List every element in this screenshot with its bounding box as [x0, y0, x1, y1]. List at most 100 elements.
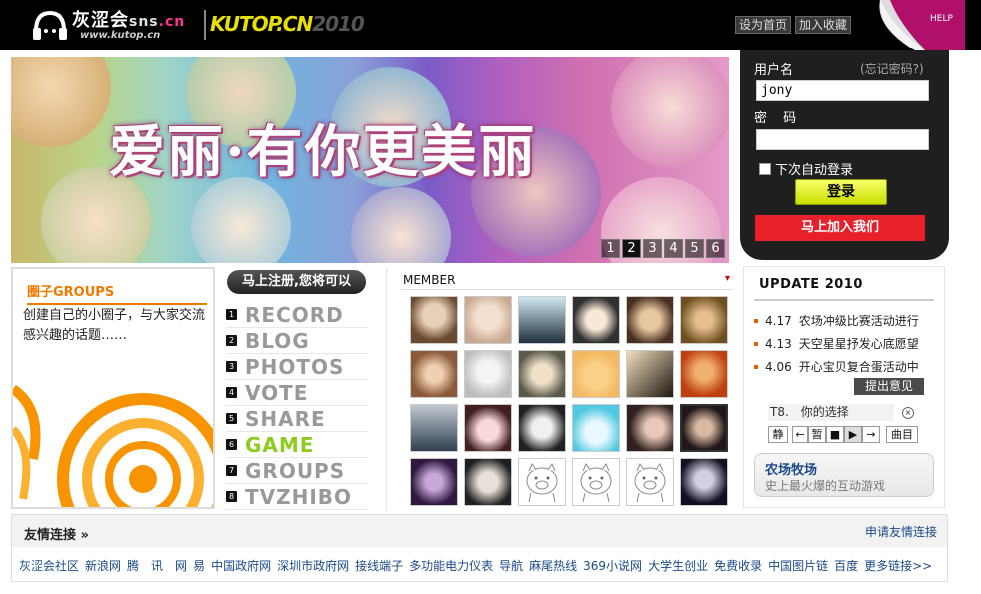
groups-description: 创建自己的小圈子，与大家交流感兴趣的话题……: [23, 308, 206, 343]
member-avatar-default[interactable]: [626, 458, 674, 506]
friend-link[interactable]: 接线端子: [355, 557, 403, 574]
banner-page-1[interactable]: 1: [601, 239, 620, 258]
member-avatar[interactable]: [572, 404, 620, 452]
friend-link[interactable]: 369小说网: [583, 557, 642, 574]
menu-item-share[interactable]: 5 SHARE: [226, 406, 368, 432]
friend-link[interactable]: 免费收录: [714, 557, 762, 574]
help-label[interactable]: HELP: [930, 14, 953, 24]
banner-page-3[interactable]: 3: [643, 239, 662, 258]
friend-link[interactable]: 中国图片链: [768, 557, 828, 574]
username-input[interactable]: jony: [756, 80, 929, 101]
member-avatar[interactable]: [680, 458, 728, 506]
update-box: UPDATE 2010 4.17 农场冲级比赛活动进行 4.13 天空星星抒发心底愿…: [743, 266, 945, 508]
member-avatar[interactable]: [410, 458, 458, 506]
member-avatar[interactable]: [464, 296, 512, 344]
banner-page-4[interactable]: 4: [664, 239, 683, 258]
forgot-password-link[interactable]: (忘记密码?): [860, 60, 924, 77]
join-now-button[interactable]: 马上加入我们: [755, 215, 925, 241]
banner-page-5[interactable]: 5: [685, 239, 704, 258]
groups-title[interactable]: 圈子GROUPS: [27, 281, 207, 305]
pause-button[interactable]: 暂: [808, 426, 826, 443]
member-avatar[interactable]: [518, 296, 566, 344]
hero-banner[interactable]: 爱丽·有你更美丽 1 2 3 4 5 6: [11, 57, 729, 263]
member-avatar[interactable]: [410, 350, 458, 398]
member-avatar[interactable]: [626, 296, 674, 344]
feedback-button[interactable]: 提出意见: [854, 378, 924, 395]
friend-link[interactable]: 多功能电力仪表: [409, 557, 493, 574]
stop-button[interactable]: ■: [826, 426, 844, 443]
member-avatar[interactable]: [680, 350, 728, 398]
friend-link[interactable]: 深圳市政府网: [277, 557, 349, 574]
login-button[interactable]: 登录: [795, 179, 887, 205]
menu-num: 5: [226, 413, 237, 424]
menu-item-game[interactable]: 6 GAME: [226, 432, 368, 458]
member-avatar-default[interactable]: [518, 458, 566, 506]
track-title: 你的选择: [800, 405, 849, 419]
password-input[interactable]: [756, 129, 929, 150]
member-avatar[interactable]: [464, 350, 512, 398]
menu-label: GAME: [245, 432, 315, 457]
player-close-icon[interactable]: ×: [902, 407, 914, 419]
friend-link[interactable]: 灰涩会社区: [19, 557, 79, 574]
playlist-button[interactable]: 曲目: [886, 426, 918, 443]
friend-link[interactable]: 百度: [834, 557, 858, 574]
farm-game-promo[interactable]: 农场牧场 史上最火爆的互动游戏: [754, 453, 934, 497]
apply-friend-link[interactable]: 申请友情连接: [865, 523, 937, 540]
top-header: 灰涩会sns.cn www.kutop.cn KUTOP.CN2010 设为首页…: [0, 0, 981, 50]
menu-item-groups[interactable]: 7 GROUPS: [226, 458, 368, 484]
headphones-logo-icon: [33, 10, 67, 40]
banner-page-2[interactable]: 2: [622, 239, 641, 258]
member-avatar[interactable]: [518, 404, 566, 452]
friend-link[interactable]: 大学生创业: [648, 557, 708, 574]
member-avatar[interactable]: [626, 404, 674, 452]
news-item[interactable]: 4.06 开心宝贝复合蛋活动中: [754, 355, 944, 378]
banner-photo: [11, 57, 111, 147]
friend-link[interactable]: 更多链接>>: [864, 557, 932, 574]
set-homepage-button[interactable]: 设为首页: [735, 16, 792, 34]
help-corner-icon[interactable]: [870, 0, 965, 50]
menu-item-blog[interactable]: 2 BLOG: [226, 328, 368, 354]
play-button[interactable]: ▶: [844, 426, 862, 443]
news-item[interactable]: 4.13 天空星星抒发心底愿望: [754, 332, 944, 355]
news-item[interactable]: 4.17 农场冲级比赛活动进行: [754, 309, 944, 332]
menu-item-photos[interactable]: 3 PHOTOS: [226, 354, 368, 380]
prev-track-button[interactable]: ←: [792, 426, 808, 443]
farm-description: 史上最火爆的互动游戏: [765, 479, 886, 493]
banner-page-6[interactable]: 6: [706, 239, 725, 258]
menu-item-tvzhibo[interactable]: 8 TVZHIBO: [226, 484, 368, 510]
brand-text: KUTOP.CN: [210, 12, 313, 36]
menu-item-vote[interactable]: 4 VOTE: [226, 380, 368, 406]
friend-link[interactable]: 麻尾热线: [529, 557, 577, 574]
friend-link[interactable]: 新浪网: [85, 557, 121, 574]
member-dropdown-icon[interactable]: ▾: [725, 273, 730, 284]
friend-link[interactable]: 腾 讯 网: [127, 557, 187, 574]
add-favorite-button[interactable]: 加入收藏: [795, 16, 852, 34]
member-avatar[interactable]: [518, 350, 566, 398]
member-avatar-default[interactable]: [572, 458, 620, 506]
register-benefits-header[interactable]: 马上注册,您将可以: [227, 270, 366, 294]
auto-login-checkbox[interactable]: [759, 162, 771, 175]
menu-item-record[interactable]: 1 RECORD: [226, 302, 368, 328]
next-track-button[interactable]: →: [862, 426, 880, 443]
banner-photo: [191, 177, 291, 263]
bullet-icon: [754, 318, 758, 323]
member-avatar[interactable]: [572, 296, 620, 344]
member-avatar[interactable]: [680, 296, 728, 344]
member-avatar[interactable]: [410, 296, 458, 344]
friend-link[interactable]: 导航: [499, 557, 523, 574]
member-avatar[interactable]: [464, 458, 512, 506]
member-avatar[interactable]: [572, 350, 620, 398]
member-avatar-selected[interactable]: [680, 404, 728, 452]
member-avatar[interactable]: [464, 404, 512, 452]
menu-num: 2: [226, 335, 237, 346]
auto-login-option[interactable]: 下次自动登录: [759, 159, 853, 178]
logo-url: www.kutop.cn: [80, 30, 161, 41]
member-avatar[interactable]: [410, 404, 458, 452]
friend-link[interactable]: 中国政府网: [211, 557, 271, 574]
site-logo[interactable]: 灰涩会sns.cn: [72, 6, 185, 32]
friend-links-header: 友情连接 » 申请友情连接: [12, 515, 947, 547]
mute-button[interactable]: 静: [768, 426, 788, 443]
update-title: UPDATE 2010: [759, 277, 863, 292]
member-avatar[interactable]: [626, 350, 674, 398]
friend-link[interactable]: 易: [193, 557, 205, 574]
